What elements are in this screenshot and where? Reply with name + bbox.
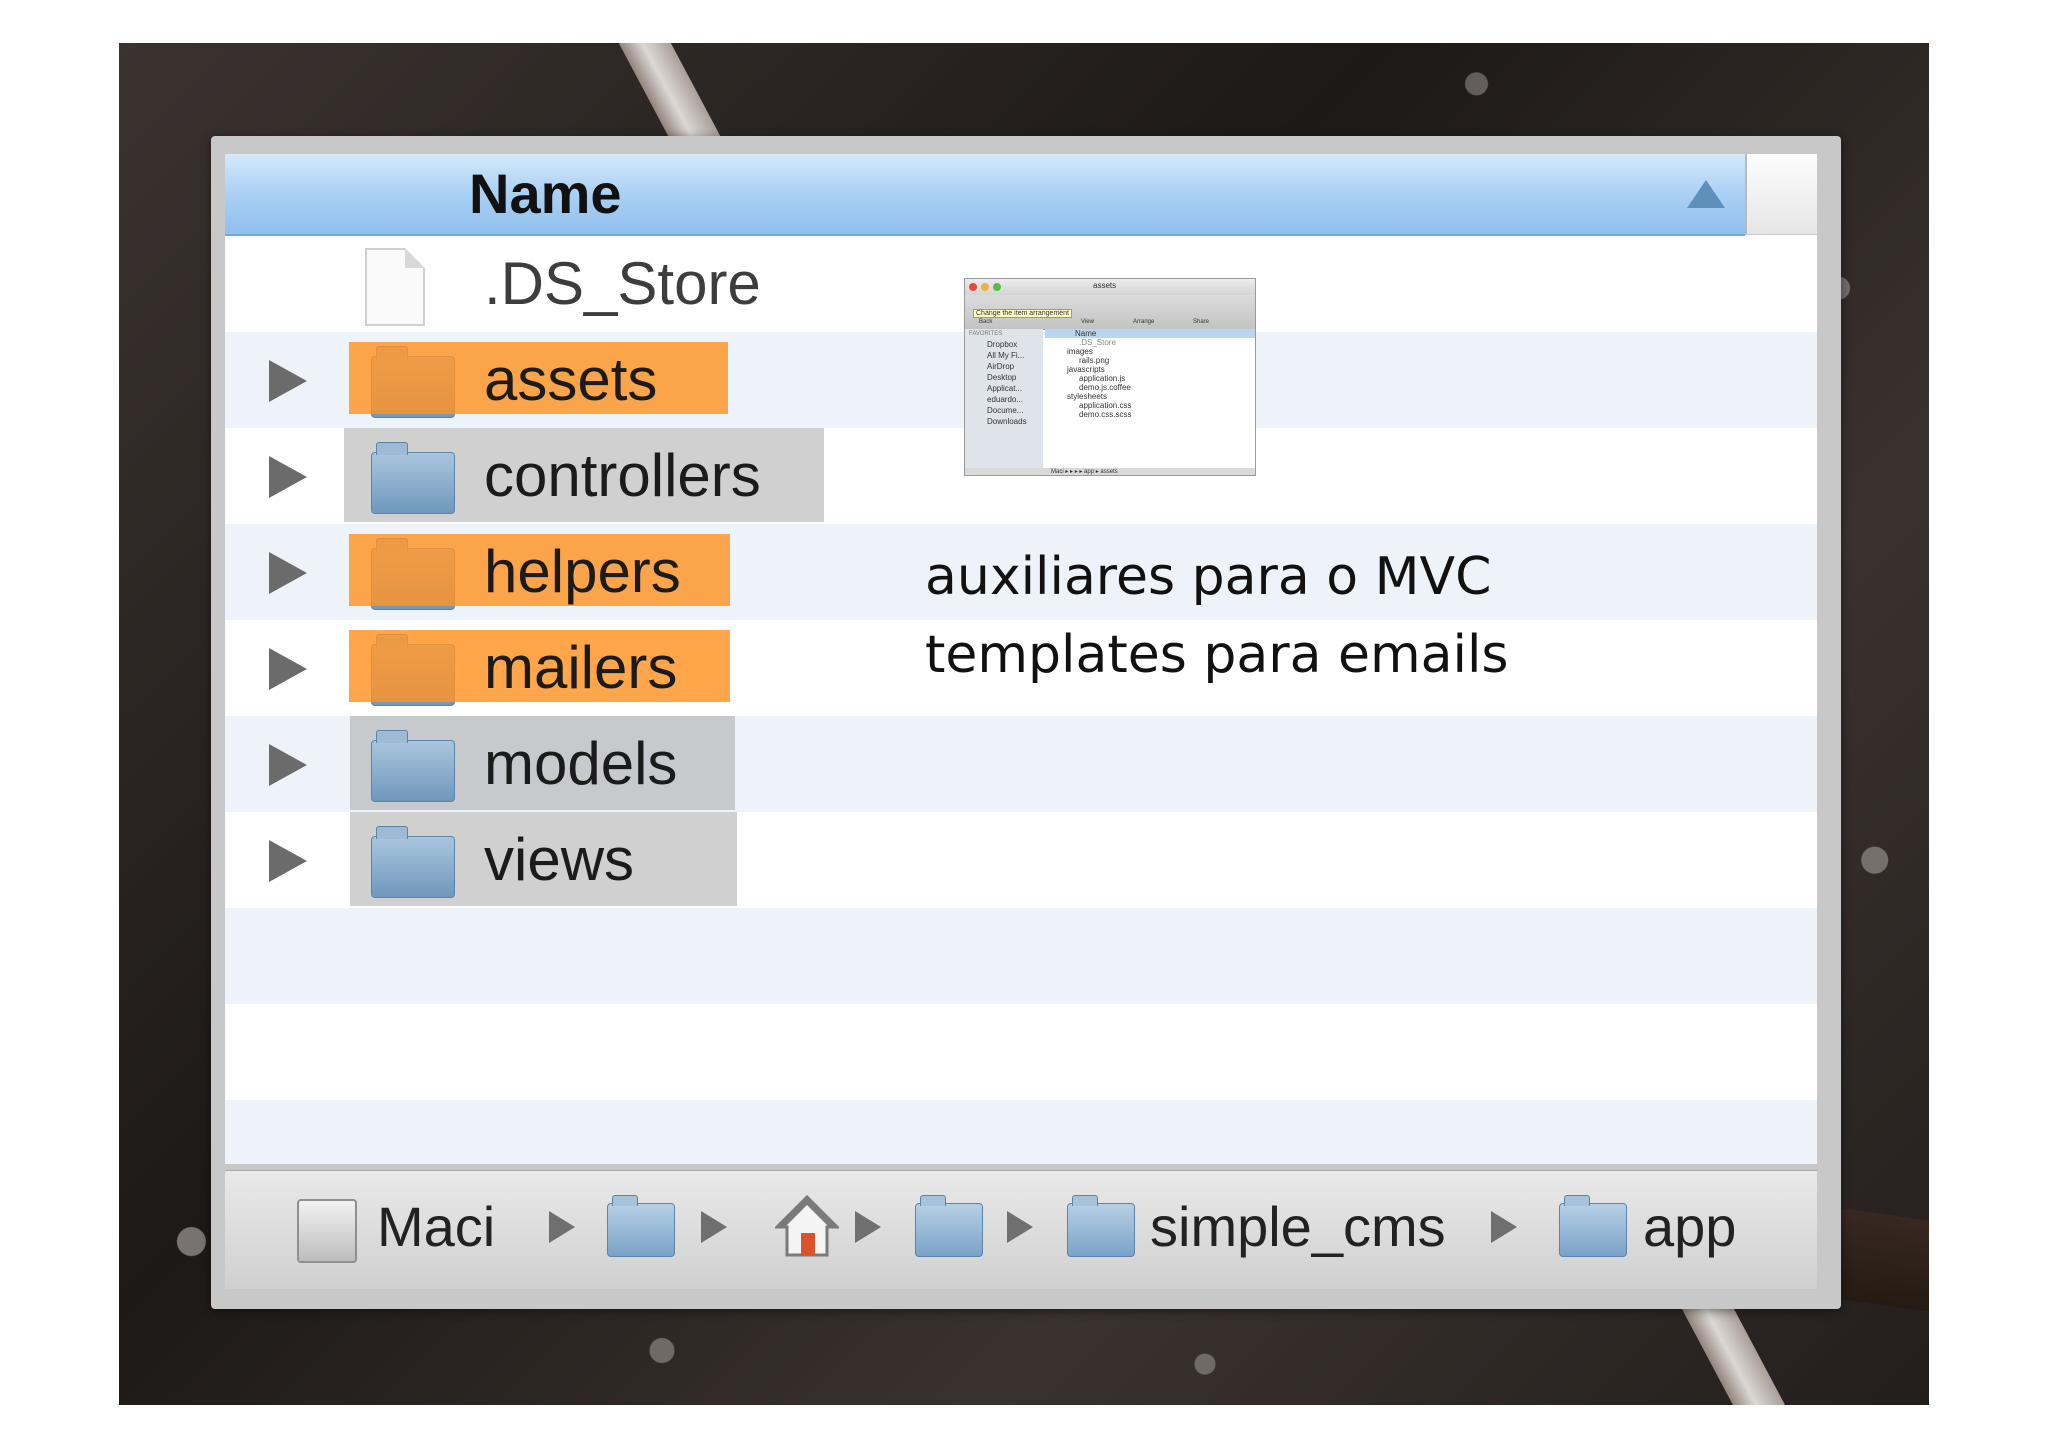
path-bar: Maci simple_cms app bbox=[225, 1170, 1817, 1289]
folder-name: models bbox=[484, 730, 678, 797]
path-separator-icon bbox=[1491, 1211, 1517, 1243]
folder-icon[interactable] bbox=[1067, 1195, 1135, 1257]
annotation-helpers: auxiliares para o MVC bbox=[925, 547, 1492, 607]
path-separator-icon bbox=[549, 1211, 575, 1243]
thumbnail-sidebar: FAVORITES Dropbox All My Fi... AirDrop D… bbox=[965, 329, 1043, 475]
disclosure-triangle-icon[interactable] bbox=[269, 648, 307, 690]
sidebar-item: eduardo... bbox=[987, 395, 1024, 404]
thumbnail-file: .DS_Store bbox=[1079, 338, 1116, 347]
thumbnail-file: images bbox=[1067, 347, 1093, 356]
annotation-mailers: templates para emails bbox=[925, 625, 1509, 685]
folder-name: helpers bbox=[484, 538, 681, 605]
sidebar-heading: FAVORITES bbox=[969, 331, 1003, 337]
toolbar-label: View bbox=[1081, 319, 1094, 325]
thumbnail-file: application.js bbox=[1079, 374, 1126, 383]
thumbnail-path: Maci ▸ ▸ ▸ ▸ app ▸ assets bbox=[965, 468, 1255, 475]
sidebar-item: Docume... bbox=[987, 406, 1024, 415]
folder-icon bbox=[371, 442, 455, 514]
sidebar-item: All My Fi... bbox=[987, 351, 1025, 360]
disclosure-triangle-icon[interactable] bbox=[269, 840, 307, 882]
path-separator-icon bbox=[855, 1211, 881, 1243]
folder-row-models[interactable]: models bbox=[225, 716, 1817, 812]
thumbnail-file: rails.png bbox=[1079, 356, 1110, 365]
thumbnail-file: demo.css.scss bbox=[1079, 410, 1132, 419]
folder-name: mailers bbox=[484, 634, 678, 701]
folder-name: controllers bbox=[484, 442, 761, 509]
path-app[interactable]: app bbox=[1643, 1195, 1736, 1259]
empty-row bbox=[225, 1100, 1817, 1164]
column-header-name[interactable]: Name bbox=[225, 154, 1745, 236]
thumbnail-titlebar: assets bbox=[965, 279, 1255, 295]
users-folder-icon[interactable] bbox=[607, 1195, 675, 1257]
sidebar-item: Dropbox bbox=[987, 340, 1018, 349]
sidebar-item: AirDrop bbox=[987, 362, 1015, 371]
sidebar-item: Desktop bbox=[987, 373, 1017, 382]
home-icon[interactable] bbox=[775, 1193, 839, 1259]
hard-disk-icon[interactable] bbox=[297, 1199, 357, 1263]
column-header-empty bbox=[1745, 154, 1817, 235]
document-icon bbox=[365, 248, 425, 326]
empty-row bbox=[225, 908, 1817, 1004]
toolbar-label: Share bbox=[1193, 319, 1210, 325]
sidebar-item: Applicat... bbox=[987, 384, 1023, 393]
thumbnail-header: Name bbox=[1045, 329, 1255, 338]
folder-icon[interactable] bbox=[1559, 1195, 1627, 1257]
sort-ascending-icon[interactable] bbox=[1687, 180, 1725, 208]
folder-name: assets bbox=[484, 346, 658, 413]
thumbnail-file-list: Name .DS_Store images rails.png javascri… bbox=[965, 329, 1255, 475]
disclosure-triangle-icon[interactable] bbox=[269, 360, 307, 402]
thumbnail-file: application.css bbox=[1079, 401, 1132, 410]
path-separator-icon bbox=[1007, 1211, 1033, 1243]
empty-row bbox=[225, 1004, 1817, 1100]
folder-icon bbox=[371, 826, 455, 898]
disclosure-triangle-icon[interactable] bbox=[269, 456, 307, 498]
column-header-label: Name bbox=[469, 162, 622, 225]
path-simple-cms[interactable]: simple_cms bbox=[1150, 1195, 1446, 1259]
folder-row-views[interactable]: views bbox=[225, 812, 1817, 908]
toolbar-label: Back bbox=[979, 319, 993, 325]
file-name: .DS_Store bbox=[484, 250, 761, 317]
close-icon bbox=[969, 283, 977, 291]
folder-name: views bbox=[484, 826, 635, 893]
thumbnail-file: demo.js.coffee bbox=[1079, 383, 1131, 392]
thumbnail-file: javascripts bbox=[1067, 365, 1105, 374]
thumbnail-file: stylesheets bbox=[1067, 392, 1108, 401]
zoom-icon bbox=[993, 283, 1001, 291]
folder-icon bbox=[371, 730, 455, 802]
path-separator-icon bbox=[701, 1211, 727, 1243]
sidebar-item: Downloads bbox=[987, 417, 1027, 426]
tooltip: Change the item arrangement bbox=[973, 309, 1072, 318]
disclosure-triangle-icon[interactable] bbox=[269, 552, 307, 594]
thumbnail-toolbar: Change the item arrangement Back View Ar… bbox=[965, 295, 1255, 330]
finder-thumbnail: assets Change the item arrangement Back … bbox=[964, 278, 1256, 476]
disclosure-triangle-icon[interactable] bbox=[269, 744, 307, 786]
minimize-icon bbox=[981, 283, 989, 291]
path-disk[interactable]: Maci bbox=[377, 1195, 495, 1259]
toolbar-label: Arrange bbox=[1133, 319, 1155, 325]
documents-folder-icon[interactable] bbox=[915, 1195, 983, 1257]
thumbnail-title: assets bbox=[1093, 281, 1117, 290]
